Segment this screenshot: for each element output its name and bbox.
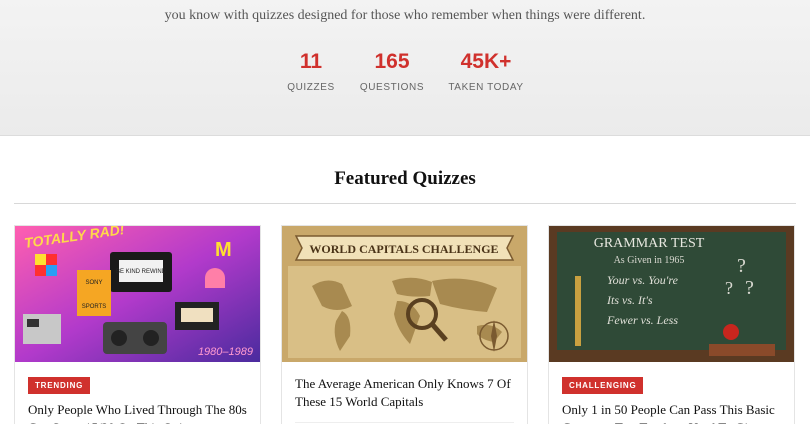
quiz-card-grammar[interactable]: GRAMMAR TEST As Given in 1965 Your vs. Y… xyxy=(548,225,795,424)
svg-text:?: ? xyxy=(737,255,746,277)
stat-quizzes: 11 QUIZZES xyxy=(287,50,335,93)
image-text: WORLD CAPITALS CHALLENGE xyxy=(309,242,498,256)
stat-value: 45K+ xyxy=(460,50,512,73)
stat-value: 165 xyxy=(374,50,410,73)
image-text: Its vs. It's xyxy=(606,293,653,307)
stat-taken-today: 45K+ TAKEN TODAY xyxy=(447,50,525,93)
image-text: GRAMMAR TEST xyxy=(594,236,705,251)
quiz-card-title[interactable]: Only People Who Lived Through The 80s Ca… xyxy=(28,401,250,424)
quiz-card-world-capitals[interactable]: WORLD CAPITALS CHALLENGE The Average Ame… xyxy=(281,225,528,424)
featured-quizzes-heading: Featured Quizzes xyxy=(334,168,476,189)
quiz-card-image[interactable]: WORLD CAPITALS CHALLENGE xyxy=(282,226,527,362)
image-text: As Given in 1965 xyxy=(614,255,685,266)
svg-text:?: ? xyxy=(725,278,733,298)
card-divider xyxy=(295,422,514,423)
image-text: SPORTS xyxy=(82,304,107,310)
quiz-card-image[interactable]: GRAMMAR TEST As Given in 1965 Your vs. Y… xyxy=(549,226,794,362)
image-text: BE KIND REWIND xyxy=(116,269,167,275)
svg-text:M: M xyxy=(215,239,232,261)
stat-value: 11 xyxy=(299,50,323,73)
stat-questions: 165 QUESTIONS xyxy=(359,50,425,93)
section-divider xyxy=(14,203,796,204)
image-text: SONY xyxy=(85,280,102,286)
image-text: 1980–1989 xyxy=(198,346,253,358)
trending-badge: TRENDING xyxy=(28,377,91,394)
stat-label: QUIZZES xyxy=(287,82,335,93)
quiz-card-80s[interactable]: TOTALLY RAD! BE KIND REWIND SONY SPORTS … xyxy=(14,225,261,424)
challenging-badge: CHALLENGING xyxy=(562,377,644,394)
hero-section: you know with quizzes designed for those… xyxy=(0,0,810,136)
quiz-card-image[interactable]: TOTALLY RAD! BE KIND REWIND SONY SPORTS … xyxy=(15,226,260,362)
image-text: Your vs. You're xyxy=(607,273,679,287)
quiz-card-title[interactable]: Only 1 in 50 People Can Pass This Basic … xyxy=(562,401,784,424)
quiz-card-title[interactable]: The Average American Only Knows 7 Of The… xyxy=(295,375,517,411)
svg-text:?: ? xyxy=(745,277,754,299)
stat-label: QUESTIONS xyxy=(359,82,425,93)
stat-label: TAKEN TODAY xyxy=(448,82,524,93)
hero-subtitle: you know with quizzes designed for those… xyxy=(164,8,646,23)
image-text: Fewer vs. Less xyxy=(606,313,678,327)
